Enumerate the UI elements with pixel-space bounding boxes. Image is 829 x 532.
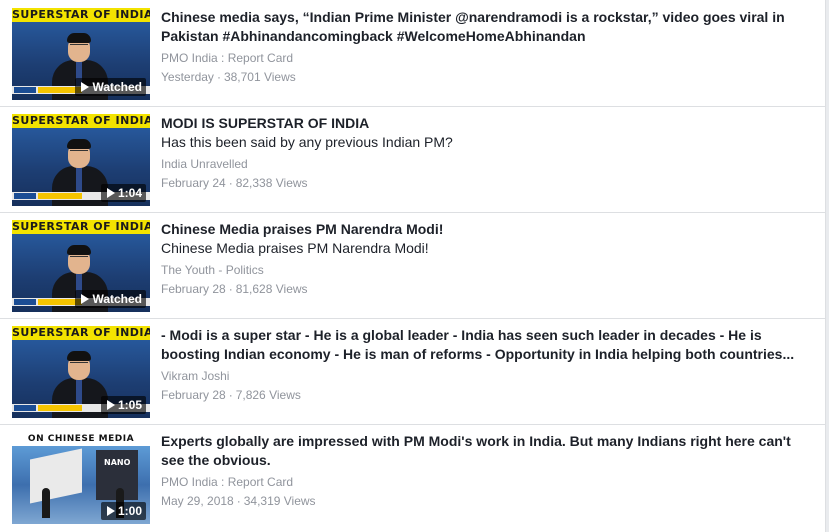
meta-separator: · — [228, 282, 233, 296]
duration-badge: 1:04 — [100, 184, 146, 202]
video-thumbnail[interactable]: SUPERSTAR OF INDIA 1:04 — [12, 114, 150, 206]
video-thumbnail[interactable]: SUPERSTAR OF INDIA 1:05 — [12, 326, 150, 418]
play-icon — [106, 188, 115, 198]
video-date[interactable]: February 28 — [161, 388, 226, 402]
video-thumbnail[interactable]: ON CHINESE MEDIA NANO 1:00 — [12, 432, 150, 524]
badge-label: 1:00 — [117, 504, 142, 518]
watched-badge: Watched — [75, 290, 146, 308]
thumbnail-banner: SUPERSTAR OF INDIA — [12, 326, 150, 340]
video-title[interactable]: Chinese Media praises PM Narendra Modi! — [161, 220, 811, 239]
video-row[interactable]: SUPERSTAR OF INDIA Watched Chinese Media… — [0, 212, 825, 319]
play-icon — [81, 82, 90, 92]
thumbnail-lower-logo — [14, 405, 36, 411]
thumbnail-lower-logo — [14, 193, 36, 199]
thumbnail-person-glasses — [70, 44, 88, 49]
channel-name[interactable]: PMO India : Report Card — [161, 50, 811, 66]
video-row[interactable]: ON CHINESE MEDIA NANO 1:00 Experts globa… — [0, 424, 825, 532]
view-count: 38,701 Views — [223, 70, 296, 84]
video-meta: Yesterday · 38,701 Views — [161, 69, 811, 85]
video-info: Experts globally are impressed with PM M… — [161, 432, 811, 509]
channel-name[interactable]: PMO India : Report Card — [161, 474, 811, 490]
video-row[interactable]: SUPERSTAR OF INDIA Watched Chinese media… — [0, 0, 825, 107]
video-date[interactable]: February 24 — [161, 176, 226, 190]
thumbnail-lower-logo — [14, 299, 36, 305]
badge-label: 1:05 — [117, 398, 142, 412]
view-count: 82,338 Views — [235, 176, 308, 190]
video-title[interactable]: - Modi is a super star - He is a global … — [161, 326, 811, 364]
view-count: 81,628 Views — [235, 282, 308, 296]
meta-separator: · — [236, 494, 241, 508]
video-meta: February 28 · 7,826 Views — [161, 387, 811, 403]
video-info: MODI IS SUPERSTAR OF INDIA Has this been… — [161, 114, 811, 191]
channel-name[interactable]: India Unravelled — [161, 156, 811, 172]
meta-separator: · — [228, 388, 233, 402]
thumbnail-person-hair — [67, 351, 91, 361]
thumbnail-figure — [42, 488, 50, 518]
thumbnail-banner: ON CHINESE MEDIA — [12, 432, 150, 446]
video-date[interactable]: May 29, 2018 — [161, 494, 234, 508]
thumbnail-lower-tag — [38, 405, 82, 411]
play-icon — [106, 400, 115, 410]
badge-label: Watched — [92, 292, 142, 306]
badge-label: 1:04 — [117, 186, 142, 200]
video-meta: May 29, 2018 · 34,319 Views — [161, 493, 811, 509]
video-row[interactable]: SUPERSTAR OF INDIA 1:04 MODI IS SUPERSTA… — [0, 106, 825, 213]
video-title[interactable]: MODI IS SUPERSTAR OF INDIA — [161, 114, 811, 133]
thumbnail-person-glasses — [70, 256, 88, 261]
video-info: Chinese Media praises PM Narendra Modi! … — [161, 220, 811, 297]
meta-separator: · — [228, 176, 233, 190]
video-description: Has this been said by any previous India… — [161, 134, 453, 150]
thumbnail-person-glasses — [70, 150, 88, 155]
video-info: - Modi is a super star - He is a global … — [161, 326, 811, 403]
play-icon — [81, 294, 90, 304]
thumbnail-banner: SUPERSTAR OF INDIA — [12, 114, 150, 128]
thumbnail-banner: SUPERSTAR OF INDIA — [12, 8, 150, 22]
video-date[interactable]: February 28 — [161, 282, 226, 296]
view-count: 7,826 Views — [235, 388, 301, 402]
video-title[interactable]: Experts globally are impressed with PM M… — [161, 432, 811, 470]
thumbnail-lower-logo — [14, 87, 36, 93]
video-meta: February 24 · 82,338 Views — [161, 175, 811, 191]
meta-separator: · — [216, 70, 221, 84]
channel-name[interactable]: Vikram Joshi — [161, 368, 811, 384]
video-title[interactable]: Chinese media says, “Indian Prime Minist… — [161, 8, 811, 46]
video-list: SUPERSTAR OF INDIA Watched Chinese media… — [0, 0, 826, 532]
channel-name[interactable]: The Youth - Politics — [161, 262, 811, 278]
thumbnail-person-hair — [67, 245, 91, 255]
thumbnail-lower-tag — [38, 193, 82, 199]
video-thumbnail[interactable]: SUPERSTAR OF INDIA Watched — [12, 8, 150, 100]
thumbnail-person-tie — [76, 380, 82, 406]
duration-badge: 1:05 — [100, 396, 146, 414]
duration-badge: 1:00 — [100, 502, 146, 520]
thumbnail-person-hair — [67, 139, 91, 149]
video-row[interactable]: SUPERSTAR OF INDIA 1:05 - Modi is a supe… — [0, 318, 825, 425]
play-icon — [106, 506, 115, 516]
watched-badge: Watched — [75, 78, 146, 96]
view-count: 34,319 Views — [243, 494, 316, 508]
video-thumbnail[interactable]: SUPERSTAR OF INDIA Watched — [12, 220, 150, 312]
video-date[interactable]: Yesterday — [161, 70, 214, 84]
video-meta: February 28 · 81,628 Views — [161, 281, 811, 297]
badge-label: Watched — [92, 80, 142, 94]
video-info: Chinese media says, “Indian Prime Minist… — [161, 8, 811, 85]
thumbnail-banner: SUPERSTAR OF INDIA — [12, 220, 150, 234]
thumbnail-screen-text: NANO — [104, 458, 131, 467]
video-description: Chinese Media praises PM Narendra Modi! — [161, 240, 429, 256]
thumbnail-person-hair — [67, 33, 91, 43]
thumbnail-person-glasses — [70, 362, 88, 367]
thumbnail-person-tie — [76, 168, 82, 194]
